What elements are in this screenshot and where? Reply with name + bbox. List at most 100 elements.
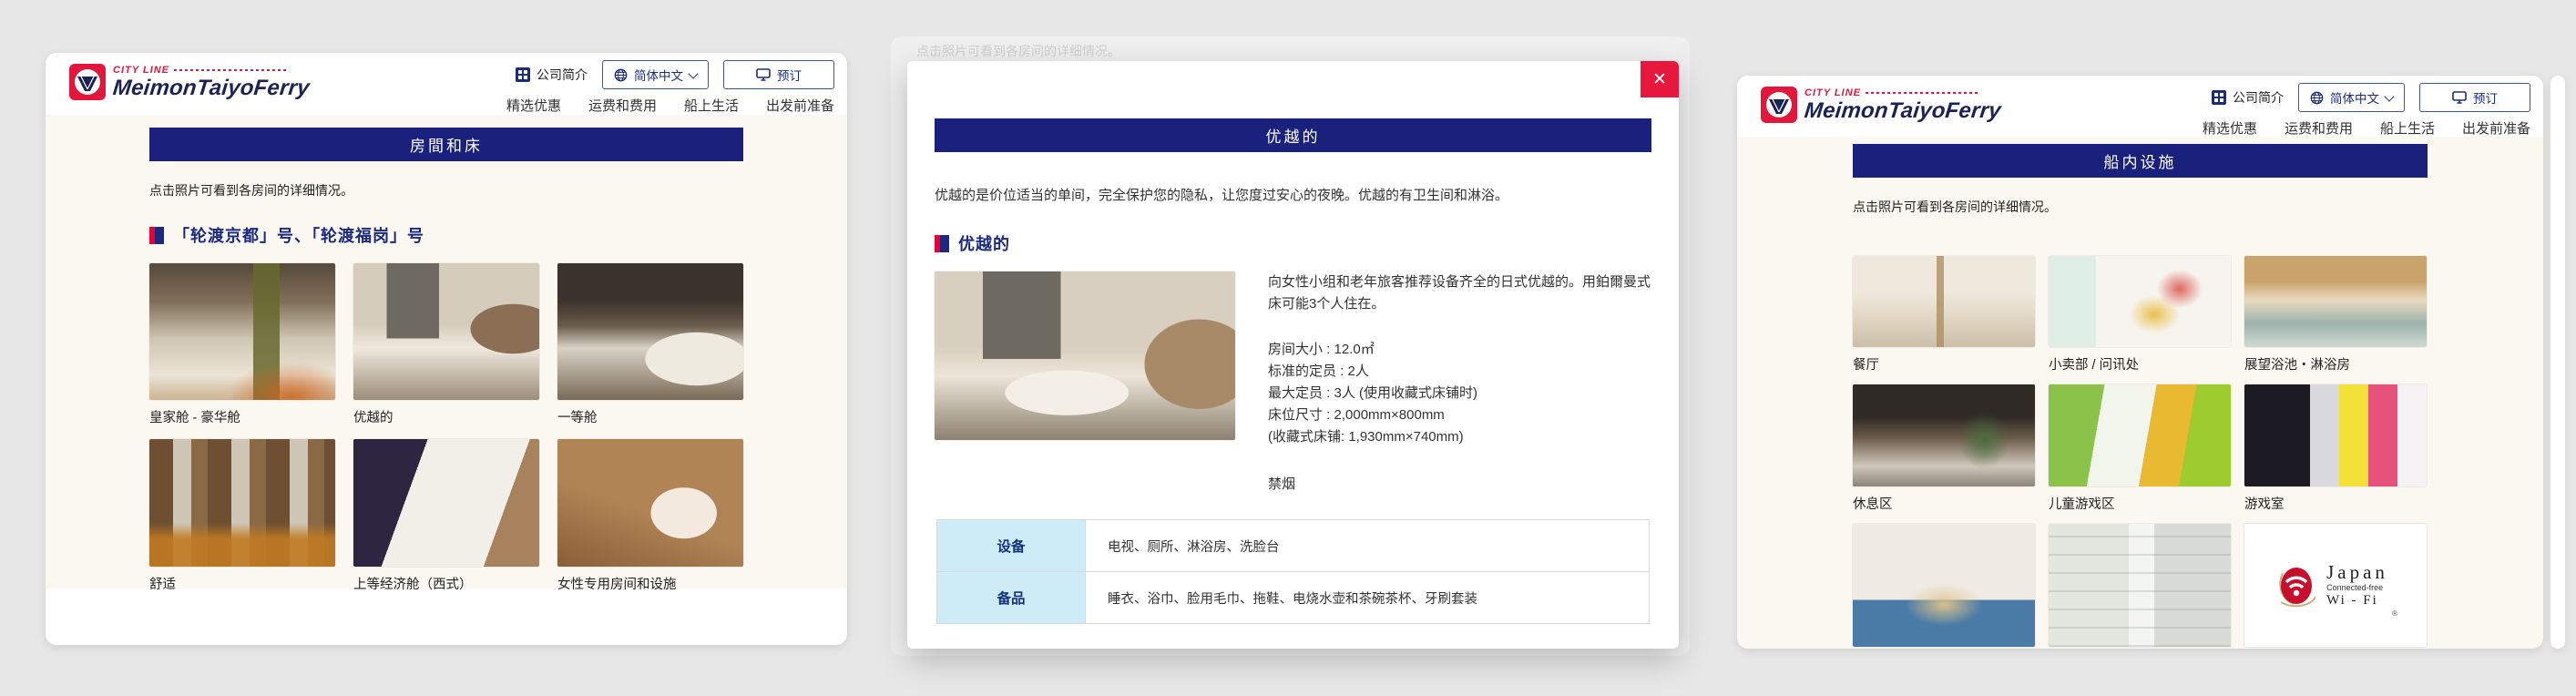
room-card-comfort[interactable]: 舒适 xyxy=(149,439,335,593)
modal-section-heading: 优越的 xyxy=(935,231,1651,255)
booking-label: 预订 xyxy=(2473,88,2498,107)
room-card-first-class[interactable]: 一等舱 xyxy=(557,263,743,426)
nav-link-prepare[interactable]: 出发前准备 xyxy=(766,96,834,115)
page-title: 船内设施 xyxy=(1853,144,2428,178)
facility-card-gameroom[interactable]: 游戏室 xyxy=(2244,384,2427,513)
nav-link-fares[interactable]: 运费和费用 xyxy=(588,96,657,115)
grid-icon xyxy=(516,67,530,82)
room-photo-royal xyxy=(149,263,335,400)
facility-card-lockers[interactable] xyxy=(2049,524,2231,647)
wifi-text-japan: Japan xyxy=(2326,562,2388,582)
nav-link-fares[interactable]: 运费和费用 xyxy=(2285,118,2353,138)
language-button[interactable]: 简体中文 xyxy=(2298,83,2405,112)
facility-caption: 展望浴池・淋浴房 xyxy=(2244,354,2427,374)
equipment-table: 设备 电视、厕所、淋浴房、洗脸台 备品 睡衣、浴巾、脸用毛巾、拖鞋、电烧水壶和茶… xyxy=(936,519,1650,624)
table-label: 设备 xyxy=(937,520,1085,571)
backdrop-hint-text: 点击照片可看到各房间的详细情况。 xyxy=(916,42,1120,60)
partial-window-edge xyxy=(2550,76,2565,649)
facility-photo-shop xyxy=(2049,256,2231,347)
modal-figure-row: 向女性小组和老年旅客推荐设备齐全的日式优越的。用鉑爾曼式床可能3个人住在。 房间… xyxy=(935,271,1651,496)
nav-link-onboard[interactable]: 船上生活 xyxy=(684,96,739,115)
room-caption: 舒适 xyxy=(149,574,335,593)
section-bullet xyxy=(935,235,949,252)
room-card-superior[interactable]: 优越的 xyxy=(353,263,539,426)
rooms-page-content: 房間和床 点击照片可看到各房间的详细情况。 「轮渡京都」号、「轮渡福岗」号 皇家… xyxy=(46,115,847,589)
booking-label: 预订 xyxy=(777,66,802,84)
wifi-registered-mark: ® xyxy=(2392,610,2397,618)
section-bullet xyxy=(149,227,164,244)
facility-caption: 休息区 xyxy=(1853,494,2035,513)
company-info-link[interactable]: 公司简介 xyxy=(516,66,588,84)
spec-standard-capacity: 标准的定员 : 2人 xyxy=(1268,361,1651,383)
right-browser-window: CITY LINE MeimonTaiyoFerry 公司简介 简体中文 xyxy=(1737,76,2543,649)
facilities-page-content: 船内设施 点击照片可看到各房间的详细情况。 餐厅 小卖部 / 问讯处 展望浴池・… xyxy=(1737,137,2543,649)
table-value: 睡衣、浴巾、脸用毛巾、拖鞋、电烧水壶和茶碗茶杯、牙刷套装 xyxy=(1085,572,1649,623)
spec-bed-size: 床位尺寸 : 2,000mm×800mm xyxy=(1268,404,1651,426)
wifi-text-wifi: Wi - Fi xyxy=(2326,594,2388,609)
room-photo-first-class xyxy=(557,263,743,400)
facility-card-shop[interactable]: 小卖部 / 问讯处 xyxy=(2049,256,2231,374)
table-row-equipment: 设备 电视、厕所、淋浴房、洗脸台 xyxy=(937,520,1649,571)
monitor-icon xyxy=(756,68,771,81)
room-grid-row-1: 皇家舱 - 豪华舱 优越的 一等舱 xyxy=(149,263,743,426)
nav-link-onboard[interactable]: 船上生活 xyxy=(2380,118,2435,138)
section-heading-label: 「轮渡京都」号、「轮渡福岗」号 xyxy=(173,223,424,247)
facility-photo-lounge xyxy=(1853,384,2035,486)
table-value: 电视、厕所、淋浴房、洗脸台 xyxy=(1085,520,1649,571)
room-specs: 房间大小 : 12.0㎡ 标准的定员 : 2人 最大定员 : 3人 (使用收藏式… xyxy=(1268,339,1651,448)
chevron-down-icon xyxy=(688,68,698,78)
room-caption: 女性专用房间和设施 xyxy=(557,574,743,593)
hint-text: 点击照片可看到各房间的详细情况。 xyxy=(149,181,743,200)
language-button[interactable]: 简体中文 xyxy=(602,60,709,89)
facility-photo-bath xyxy=(2244,256,2427,347)
nav-link-prepare[interactable]: 出发前准备 xyxy=(2462,118,2530,138)
cityline-text: CITY LINE xyxy=(1804,88,1861,98)
room-photo-superior xyxy=(353,263,539,400)
header-controls: 公司简介 简体中文 预订 精选优惠 运费和费用 船上生活 xyxy=(2203,83,2530,138)
modal-title: 优越的 xyxy=(935,118,1651,152)
globe-icon xyxy=(614,68,628,82)
facility-card-restaurant[interactable]: 餐厅 xyxy=(1853,256,2035,374)
company-info-label: 公司简介 xyxy=(537,66,588,84)
facility-card-bath[interactable]: 展望浴池・淋浴房 xyxy=(2244,256,2427,374)
brand-text: CITY LINE MeimonTaiyoFerry xyxy=(113,66,310,99)
facility-photo-lockers xyxy=(2049,524,2231,647)
left-browser-window: CITY LINE MeimonTaiyoFerry 公司简介 简体中文 xyxy=(46,53,847,645)
site-header: CITY LINE MeimonTaiyoFerry 公司简介 简体中文 xyxy=(46,53,847,115)
booking-button[interactable]: 预订 xyxy=(2419,83,2530,112)
nav-link-deals[interactable]: 精选优惠 xyxy=(506,96,561,115)
facility-photo-gameroom xyxy=(2244,384,2427,486)
room-card-economy[interactable]: 上等经济舱（西式） xyxy=(353,439,539,593)
room-card-women[interactable]: 女性专用房间和设施 xyxy=(557,439,743,593)
close-icon: ✕ xyxy=(1652,69,1667,90)
room-caption: 一等舱 xyxy=(557,407,743,426)
nav-link-deals[interactable]: 精选优惠 xyxy=(2203,118,2257,138)
company-info-link[interactable]: 公司简介 xyxy=(2212,88,2284,107)
wifi-logo-text: Japan Connected-free Wi - Fi ® xyxy=(2326,562,2396,609)
facility-card-wifi[interactable]: Japan Connected-free Wi - Fi ® xyxy=(2244,524,2427,647)
facility-caption: 餐厅 xyxy=(1853,354,2035,374)
facility-photo-vending xyxy=(1853,524,2035,647)
facility-card-lounge[interactable]: 休息区 xyxy=(1853,384,2035,513)
room-card-royal[interactable]: 皇家舱 - 豪华舱 xyxy=(149,263,335,426)
facility-caption: 儿童游戏区 xyxy=(2049,494,2231,513)
brand-logo[interactable]: CITY LINE MeimonTaiyoFerry xyxy=(1761,87,2001,123)
room-caption: 皇家舱 - 豪华舱 xyxy=(149,407,335,426)
facility-card-vending[interactable] xyxy=(1853,524,2035,647)
brand-emblem xyxy=(69,64,106,100)
room-photo-women xyxy=(557,439,743,567)
site-header: CITY LINE MeimonTaiyoFerry 公司简介 简体中文 xyxy=(1737,76,2543,138)
facility-card-kids[interactable]: 儿童游戏区 xyxy=(2049,384,2231,513)
hint-text: 点击照片可看到各房间的详细情况。 xyxy=(1853,198,2428,216)
facility-photo-kids xyxy=(2049,384,2231,486)
wifi-logo-card: Japan Connected-free Wi - Fi ® xyxy=(2244,524,2427,647)
room-caption: 优越的 xyxy=(353,407,539,426)
main-nav: 精选优惠 运费和费用 船上生活 出发前准备 xyxy=(506,96,834,115)
close-button[interactable]: ✕ xyxy=(1641,61,1679,97)
cityline-underline xyxy=(174,69,286,71)
brand-logo[interactable]: CITY LINE MeimonTaiyoFerry xyxy=(69,64,310,100)
booking-button[interactable]: 预订 xyxy=(723,60,834,89)
facility-grid-row-3: Japan Connected-free Wi - Fi ® xyxy=(1853,524,2428,647)
facility-photo-restaurant xyxy=(1853,256,2035,347)
facility-caption: 小卖部 / 问讯处 xyxy=(2049,354,2231,374)
